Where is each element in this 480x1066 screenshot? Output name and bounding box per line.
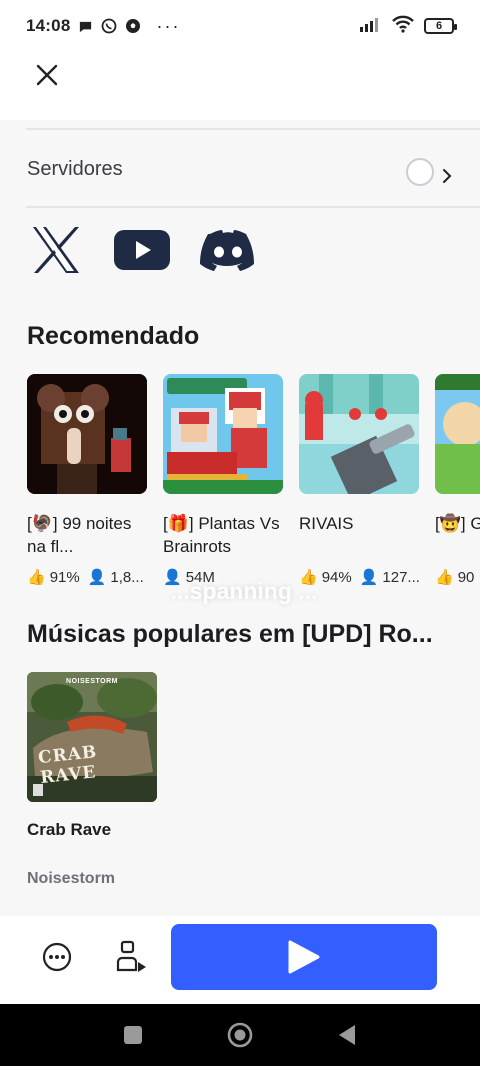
game-stats: 👍 94% 👤 127...: [299, 568, 420, 587]
x-logo-icon: [33, 227, 79, 273]
close-icon: [36, 64, 58, 86]
game-stats: 👤 54M: [163, 568, 283, 587]
signal-icon: [360, 16, 382, 37]
chat-bubble-icon: [76, 17, 94, 35]
youtube-icon: [114, 230, 170, 270]
game-stats: 👍 91% 👤 1,8...: [27, 568, 147, 587]
game-name: [🤠] G um Ja: [435, 514, 480, 533]
top-bar: [0, 52, 480, 120]
chevron-right-icon: [442, 168, 452, 189]
play-button[interactable]: [171, 924, 437, 990]
game-thumbnail: [27, 374, 147, 494]
game-name: [🦃] 99 noites na fl...: [27, 514, 132, 556]
game-thumbnail: [163, 374, 283, 494]
back-button[interactable]: [327, 1015, 367, 1055]
soccer-ball-icon: [124, 17, 142, 35]
loading-spinner: [406, 158, 434, 186]
thumbs-up-icon: 👍: [435, 569, 454, 586]
close-button[interactable]: [30, 58, 64, 92]
thumbs-up-icon: 👍: [299, 569, 318, 586]
track-artist: Noisestorm: [27, 870, 116, 887]
game-name: [🎁] Plantas Vs Brainrots: [163, 514, 280, 556]
social-links: [28, 222, 256, 278]
game-name: RIVAIS: [299, 514, 354, 533]
discord-icon: [200, 230, 254, 271]
recents-button[interactable]: [113, 1015, 153, 1055]
game-stats: 👍 90: [435, 568, 480, 587]
back-triangle-icon: [338, 1025, 355, 1045]
game-rating: 90: [457, 568, 475, 586]
system-nav-bar: [0, 1004, 480, 1066]
game-details-content: Servidores Recomendado [🦃] 99 noites na …: [0, 120, 480, 916]
game-players: 54M: [185, 568, 215, 586]
album-cover-label: NOISESTORM: [66, 678, 118, 685]
recommended-title: Recomendado: [27, 322, 200, 350]
thumbs-up-icon: 👍: [27, 569, 46, 586]
recommended-games: [🦃] 99 noites na fl... 👍 91% 👤 1,8... [🎁…: [27, 374, 480, 594]
game-card[interactable]: [🎁] Plantas Vs Brainrots 👤 54M: [163, 374, 283, 586]
wifi-icon: [392, 15, 414, 38]
divider: [26, 206, 480, 208]
play-icon: [288, 940, 320, 974]
game-card[interactable]: RIVAIS 👍 94% 👤 127...: [299, 374, 420, 587]
more-options-icon: [42, 942, 72, 972]
avatar-button[interactable]: [110, 938, 150, 978]
discord-link-button[interactable]: [200, 222, 256, 278]
game-rating: 94%: [321, 568, 352, 586]
more-notifications-icon: ···: [156, 15, 181, 36]
game-players: 127...: [382, 568, 420, 586]
players-icon: 👤: [87, 569, 107, 586]
servers-label: Servidores: [27, 157, 123, 180]
game-thumbnail: [299, 374, 419, 494]
status-bar: 14:08 ··· 6: [0, 0, 480, 52]
x-link-button[interactable]: [28, 222, 84, 278]
game-card[interactable]: [🤠] G um Ja 👍 90: [435, 374, 480, 586]
music-track-card[interactable]: NOISESTORM CRAB RAVE Crab Rave Noisestor…: [27, 672, 157, 888]
battery-icon: 6: [424, 18, 457, 34]
square-icon: [124, 1026, 143, 1044]
game-players: 1,8...: [110, 568, 144, 586]
status-time: 14:08: [26, 16, 71, 35]
game-thumbnail: [435, 374, 480, 494]
avatar-icon: [116, 940, 146, 972]
circle-home-icon: [227, 1022, 253, 1048]
game-card[interactable]: [🦃] 99 noites na fl... 👍 91% 👤 1,8...: [27, 374, 147, 586]
track-name: Crab Rave: [27, 820, 112, 839]
album-cover: NOISESTORM CRAB RAVE: [27, 672, 157, 802]
players-icon: 👤: [163, 569, 182, 586]
more-options-button[interactable]: [38, 938, 76, 976]
youtube-link-button[interactable]: [114, 222, 170, 278]
whatsapp-icon: [100, 17, 118, 35]
music-section-title: Músicas populares em [UPD] Ro...: [27, 620, 433, 648]
servers-row[interactable]: Servidores: [0, 130, 480, 208]
game-rating: 91%: [49, 568, 80, 586]
players-icon: 👤: [359, 569, 379, 586]
home-button[interactable]: [220, 1015, 260, 1055]
action-bar: [0, 916, 480, 1004]
